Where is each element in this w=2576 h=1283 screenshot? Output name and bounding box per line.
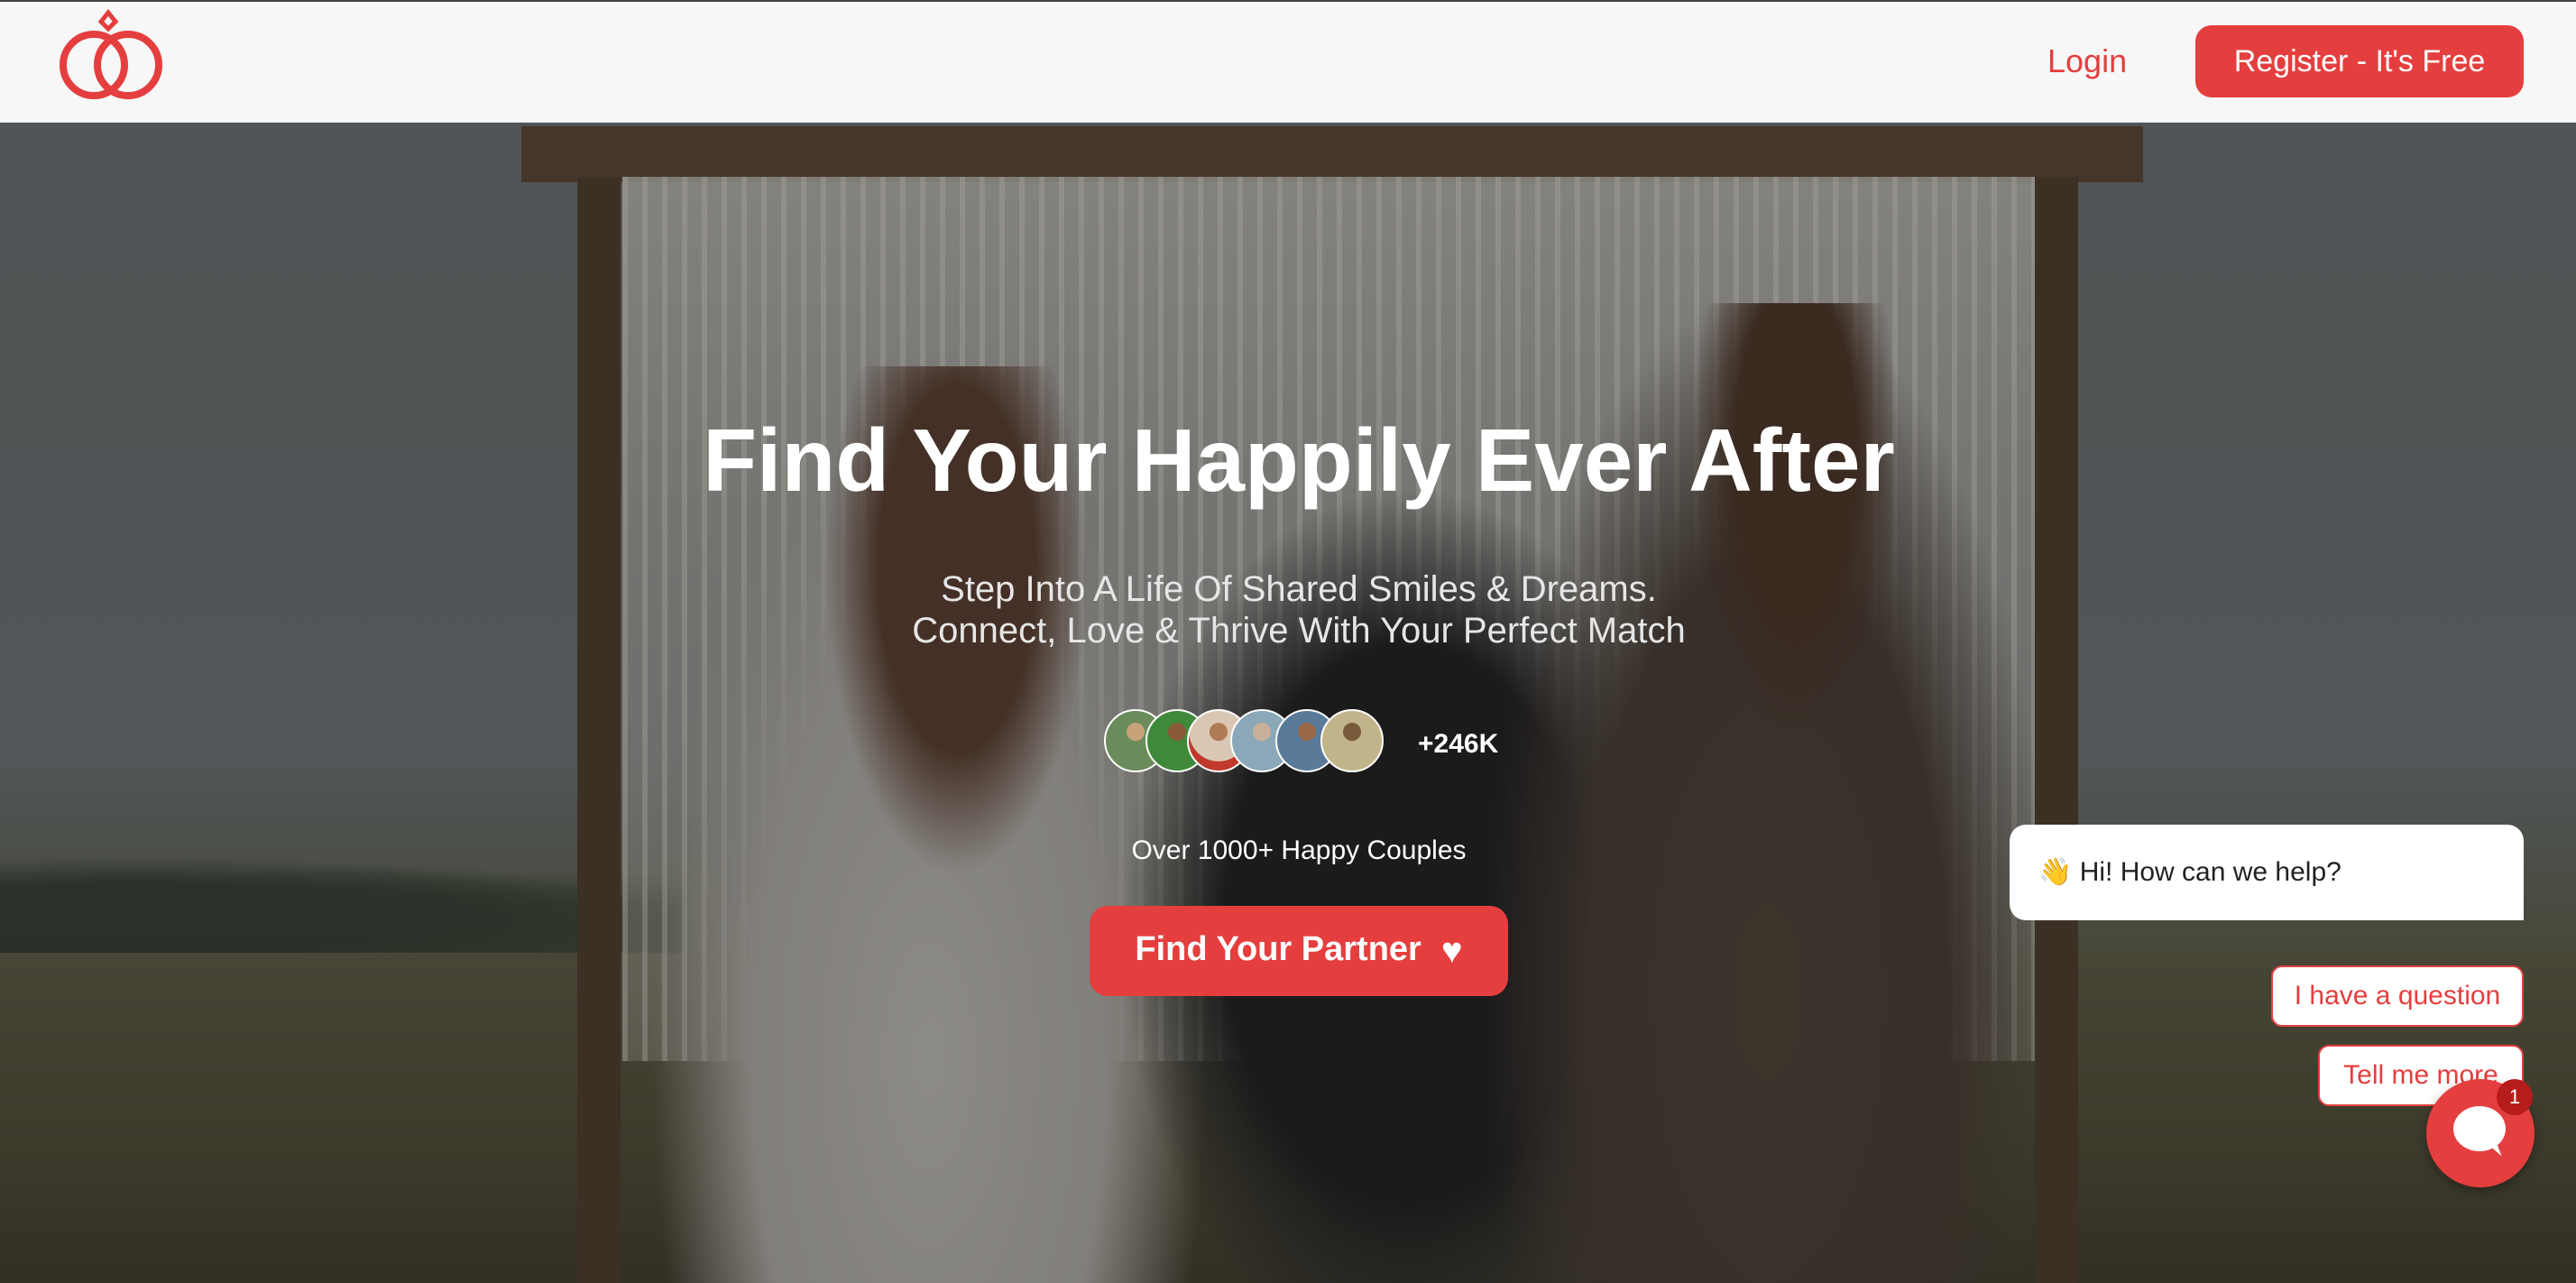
hero-subtitle: Step Into A Life Of Shared Smiles & Drea… bbox=[0, 568, 2576, 651]
register-button[interactable]: Register - It's Free bbox=[2195, 25, 2524, 97]
site-header: Login Register - It's Free bbox=[0, 0, 2576, 123]
find-partner-label: Find Your Partner bbox=[1135, 930, 1421, 969]
login-link[interactable]: Login bbox=[2047, 36, 2127, 87]
subtitle-line-1: Step Into A Life Of Shared Smiles & Drea… bbox=[941, 569, 1657, 609]
find-partner-button[interactable]: Find Your Partner ♥ bbox=[1090, 906, 1508, 996]
member-count: +246K bbox=[1418, 729, 1499, 759]
avatar bbox=[1320, 709, 1384, 772]
chat-option-question[interactable]: I have a question bbox=[2271, 965, 2524, 1027]
hero-title: Find Your Happily Ever After bbox=[703, 411, 1895, 510]
chat-greeting: 👋 Hi! How can we help? bbox=[2010, 825, 2524, 920]
subtitle-line-2: Connect, Love & Thrive With Your Perfect… bbox=[912, 611, 1686, 651]
chat-bubble-icon bbox=[2453, 1106, 2506, 1151]
heart-icon: ♥ bbox=[1440, 930, 1463, 971]
unread-badge: 1 bbox=[2497, 1079, 2533, 1115]
rings-logo-icon[interactable] bbox=[54, 9, 168, 106]
hero-background-photo bbox=[0, 123, 2576, 1283]
member-avatars bbox=[1104, 709, 1393, 776]
